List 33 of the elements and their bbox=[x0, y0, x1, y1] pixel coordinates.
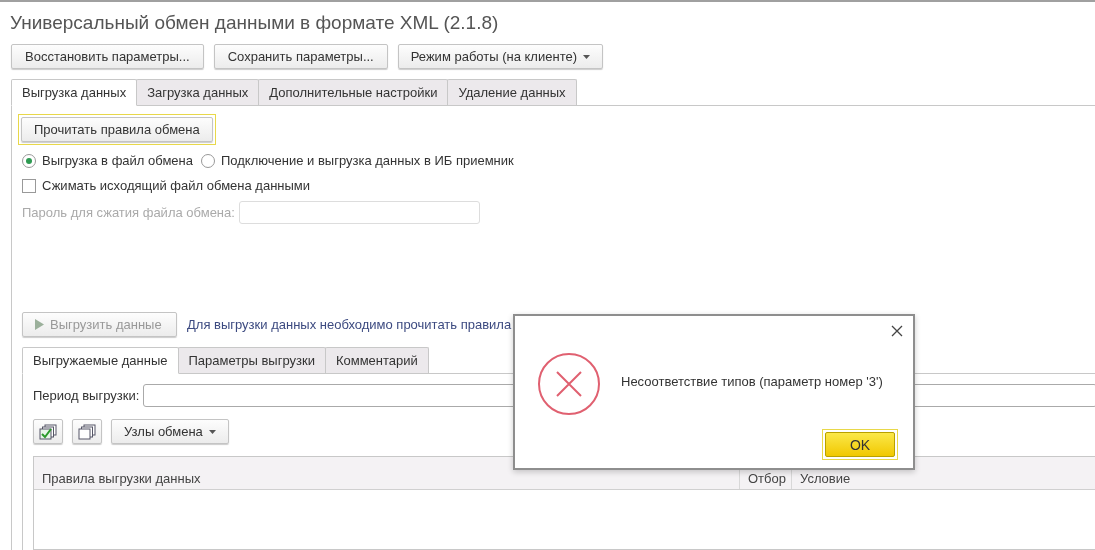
tab[interactable]: Выгрузка данных bbox=[11, 79, 138, 106]
tab[interactable]: Комментарий bbox=[324, 347, 429, 373]
tab[interactable]: Параметры выгрузки bbox=[177, 347, 326, 373]
check-all-button[interactable] bbox=[33, 419, 63, 444]
hint-text: Для выгрузки данных необходимо прочитать правила bbox=[187, 317, 512, 332]
checkbox-label: Сжимать исходящий файл обмена данными bbox=[42, 178, 311, 193]
ok-button[interactable]: OK bbox=[825, 432, 895, 457]
toolbar-button[interactable]: Сохранить параметры... bbox=[213, 44, 388, 69]
dropdown-button[interactable]: Режим работы (на клиенте) bbox=[397, 44, 603, 69]
window-title: Универсальный обмен данными в формате XML (2.1.8) bbox=[10, 11, 500, 35]
field-label: Пароль для сжатия файла обмена: bbox=[22, 205, 235, 220]
field-label: Период выгрузки: bbox=[33, 388, 140, 403]
stack-icon bbox=[78, 423, 96, 440]
checked-stack-icon bbox=[39, 423, 57, 440]
radio-icon[interactable] bbox=[201, 153, 215, 168]
toolbar-button[interactable]: Восстановить параметры... bbox=[11, 44, 204, 69]
play-icon bbox=[35, 319, 44, 330]
dropdown-button[interactable]: Узлы обмена bbox=[111, 419, 229, 444]
tab[interactable]: Удаление данных bbox=[447, 79, 577, 105]
tab[interactable]: Выгружаемые данные bbox=[22, 347, 179, 374]
password-field[interactable] bbox=[238, 201, 480, 224]
tab[interactable]: Загрузка данных bbox=[136, 79, 260, 105]
caret-icon bbox=[208, 429, 216, 434]
read-rules-button[interactable]: Прочитать правила обмена bbox=[21, 117, 213, 142]
caret-icon bbox=[583, 54, 590, 59]
error-message: Несоответствие типов (параметр номер '3') bbox=[621, 374, 883, 389]
uncheck-all-button[interactable] bbox=[72, 419, 102, 444]
checkbox[interactable] bbox=[22, 178, 36, 193]
error-icon bbox=[537, 352, 601, 416]
tab[interactable]: Дополнительные настройки bbox=[258, 79, 449, 105]
column-header[interactable]: Правила выгрузки данных bbox=[34, 457, 739, 489]
close-button[interactable] bbox=[889, 323, 905, 339]
radio-icon[interactable] bbox=[22, 153, 36, 168]
